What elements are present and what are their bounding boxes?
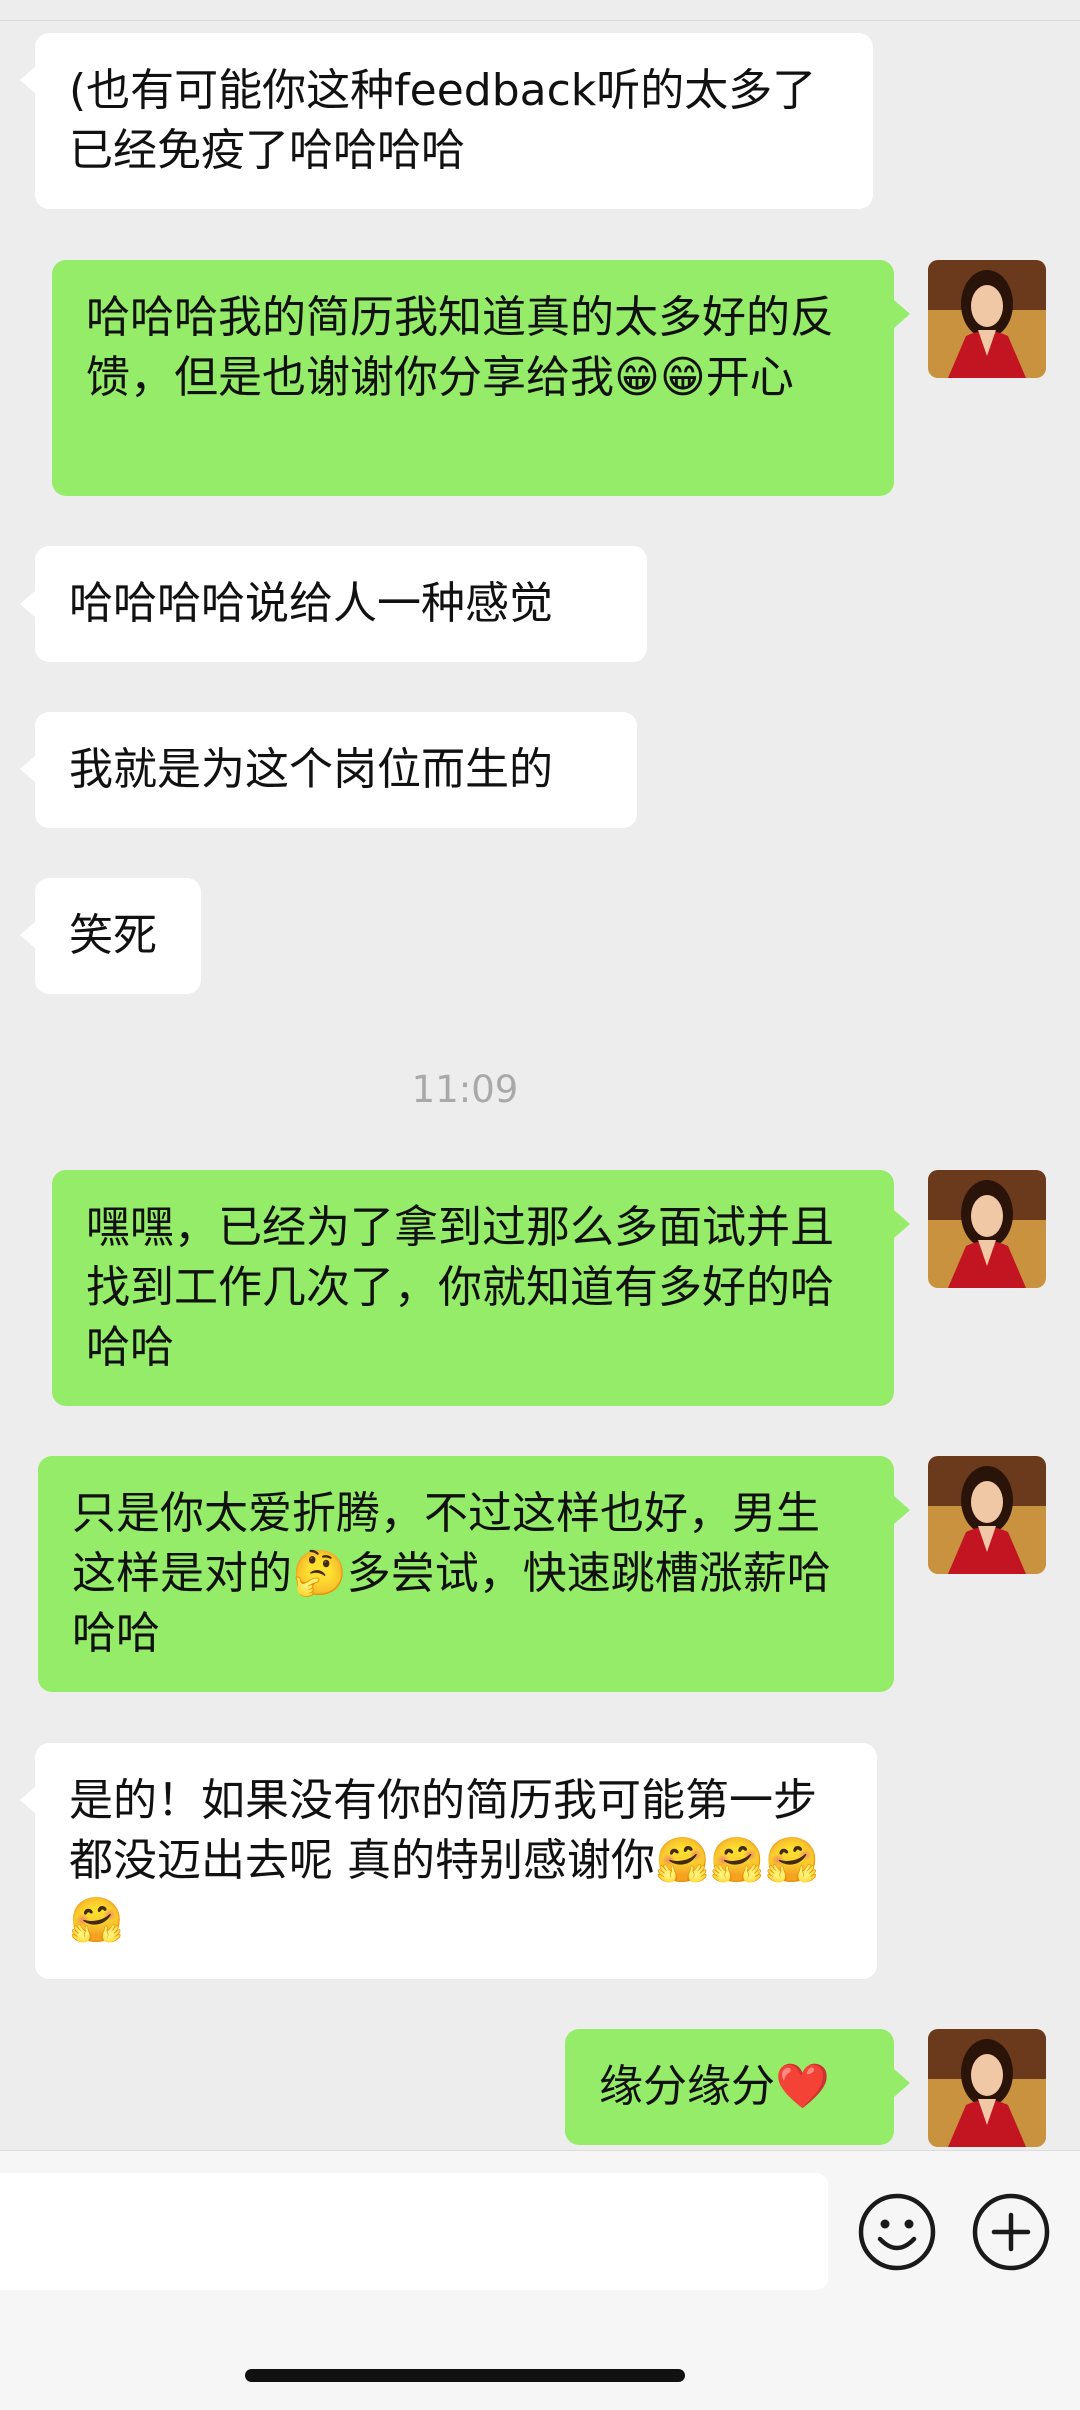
bubble-tail — [894, 300, 910, 328]
plus-button[interactable] — [970, 2191, 1052, 2273]
message-bubble[interactable]: 缘分缘分❤️ — [565, 2029, 894, 2145]
message-bubble[interactable]: 只是你太爱折腾，不过这样也好，男生这样是对的🤔多尝试，快速跳槽涨薪哈哈哈 — [38, 1456, 894, 1692]
avatar-photo-icon — [928, 1170, 1046, 1288]
bubble-tail — [20, 66, 36, 94]
message-input[interactable] — [0, 2173, 828, 2290]
message-bubble[interactable]: 是的！如果没有你的简历我可能第一步都没迈出去呢 真的特别感谢你🤗🤗🤗🤗 — [35, 1743, 877, 1979]
emoji-button[interactable] — [856, 2191, 938, 2273]
avatar-photo-icon — [928, 2029, 1046, 2147]
bubble-tail — [20, 1786, 36, 1814]
timestamp: 11:09 — [411, 1068, 519, 1111]
avatar-photo-icon — [928, 1456, 1046, 1574]
message-bubble[interactable]: 我就是为这个岗位而生的 — [35, 712, 637, 828]
message-bubble[interactable]: 嘿嘿，已经为了拿到过那么多面试并且找到工作几次了，你就知道有多好的哈哈哈 — [52, 1170, 894, 1406]
bubble-tail — [894, 2069, 910, 2097]
bubble-tail — [20, 921, 36, 949]
top-divider — [0, 0, 1080, 21]
message-bubble[interactable]: 哈哈哈我的简历我知道真的太多好的反馈，但是也谢谢你分享给我😁😁开心 — [52, 260, 894, 496]
avatar[interactable] — [928, 2029, 1046, 2147]
message-bubble[interactable]: 哈哈哈哈说给人一种感觉 — [35, 546, 647, 662]
message-bubble[interactable]: 笑死 — [35, 878, 201, 994]
avatar-photo-icon — [928, 260, 1046, 378]
home-indicator[interactable] — [245, 2369, 685, 2382]
bubble-tail — [20, 755, 36, 783]
bubble-tail — [20, 590, 36, 618]
bubble-tail — [894, 1496, 910, 1524]
plus-icon — [972, 2193, 1050, 2271]
avatar[interactable] — [928, 260, 1046, 378]
bubble-tail — [894, 1210, 910, 1238]
smiley-icon — [858, 2193, 936, 2271]
avatar[interactable] — [928, 1170, 1046, 1288]
message-bubble[interactable]: (也有可能你这种feedback听的太多了已经免疫了哈哈哈哈 — [35, 33, 873, 209]
avatar[interactable] — [928, 1456, 1046, 1574]
